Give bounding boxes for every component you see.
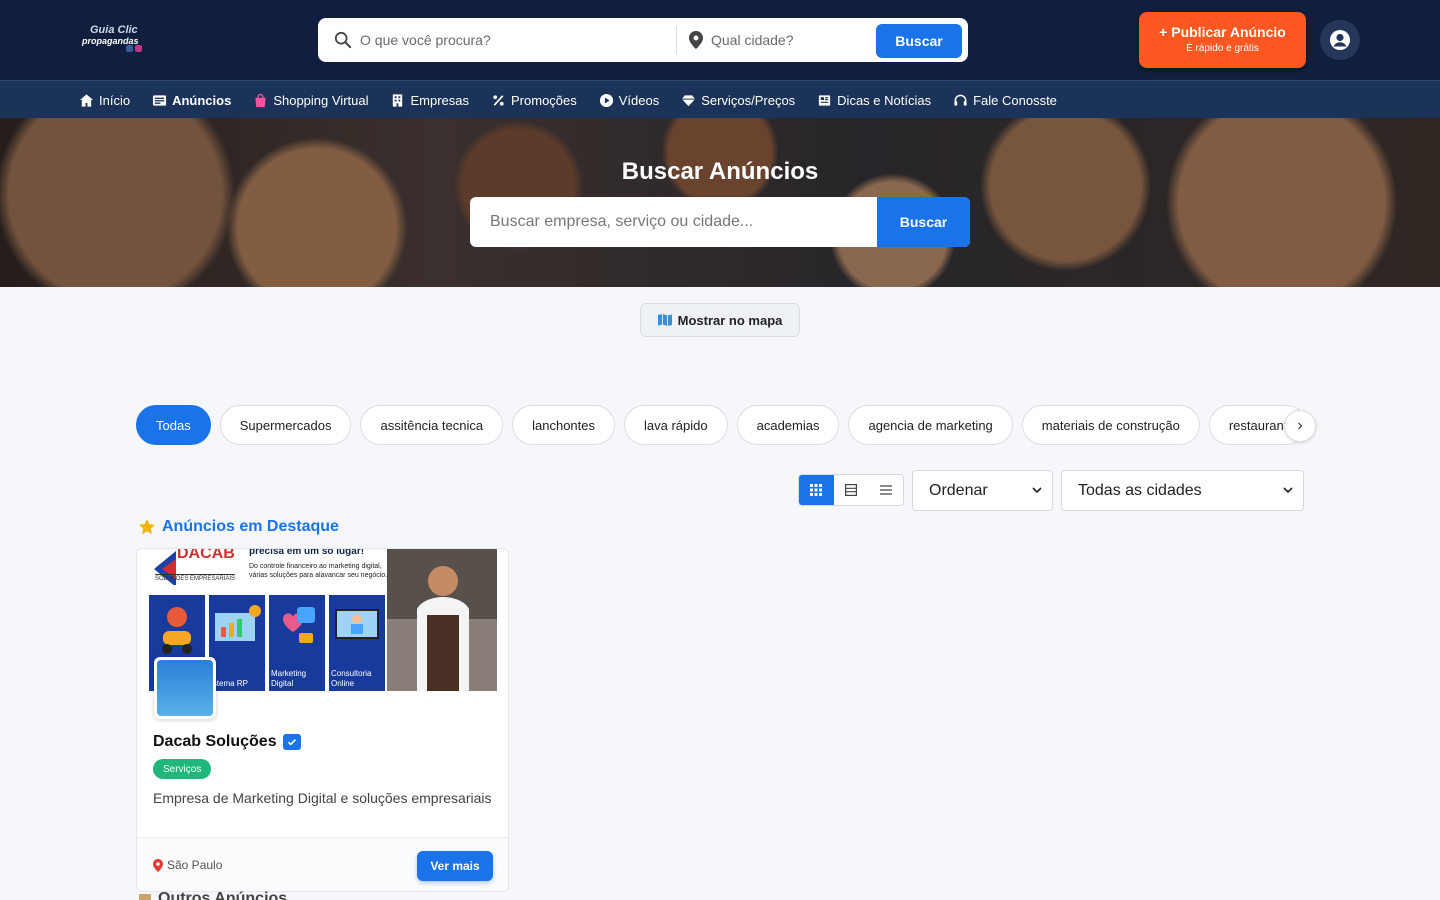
city-input[interactable]: Qual cidade? [677,20,877,60]
shopping-bag-icon [255,93,266,107]
category-chip[interactable]: lanchontes [512,405,615,445]
category-chip[interactable]: materiais de construção [1021,405,1200,445]
building-icon [393,93,403,107]
newspaper-icon [819,94,831,106]
company-location: São Paulo [153,858,222,872]
diamond-icon [682,94,696,106]
location-pin-icon [689,31,703,49]
user-account-button[interactable] [1320,20,1360,60]
view-mode-toggle [798,474,904,506]
nav-item-shopping-virtual[interactable]: Shopping Virtual [253,93,368,108]
facebook-icon [126,45,133,52]
publish-ad-button[interactable]: + Publicar Anúncio É rápido e grátis [1139,12,1306,68]
banner-tile: Consultoria Online [329,595,385,691]
nav-item-promocoes[interactable]: Promoções [491,93,577,108]
nav-item-empresas[interactable]: Empresas [390,93,469,108]
nav-item-fale-conosco[interactable]: Fale Conosste [953,93,1057,108]
scooter-icon [162,607,192,654]
hero-search-input[interactable]: Buscar empresa, serviço ou cidade... [470,197,877,247]
header-search-button[interactable]: Buscar [876,24,962,58]
nav-item-anuncios[interactable]: Anúncios [152,93,231,108]
chevron-down-icon [1032,487,1042,494]
grid-view-button[interactable] [799,475,834,505]
banner-photo [387,549,497,691]
category-chip[interactable]: Supermercados [219,405,352,445]
category-chip[interactable]: Todas [136,405,211,445]
nav-item-servicos-precos[interactable]: Serviços/Preços [681,93,795,108]
clipboard-icon [139,894,151,900]
main-navigation: Início Anúncios Shopping Virtual Empresa… [0,80,1440,118]
list-view-button[interactable] [868,475,903,505]
star-icon [139,519,155,535]
search-input[interactable]: O que você procura? [320,20,676,60]
percent-icon [493,94,504,106]
company-avatar [154,657,216,719]
verified-badge-icon [282,734,301,750]
company-name[interactable]: Dacab Soluções [153,733,277,751]
location-pin-icon [153,858,163,872]
list-lines-icon [879,485,892,495]
list-icon [153,94,167,106]
city-select[interactable]: Todas as cidades [1061,470,1304,511]
plus-icon: + [1159,24,1172,40]
instagram-icon [135,45,142,52]
hero-search-bar: Buscar empresa, serviço ou cidade... Bus… [470,197,970,247]
view-more-button[interactable]: Ver mais [417,851,493,881]
social-icons [126,45,142,52]
card-list-icon [845,484,857,496]
nav-item-inicio[interactable]: Início [79,93,130,108]
category-chip[interactable]: lava rápido [624,405,728,445]
category-chip[interactable]: agencia de marketing [848,405,1013,445]
map-icon [657,314,672,326]
grid-icon [810,484,823,496]
featured-section-title: Anúncios em Destaque [138,518,339,536]
category-chip[interactable]: assitência tecnica [360,405,504,445]
category-chip[interactable]: academias [736,405,840,445]
chart-monitor-icon [215,605,261,641]
chevron-down-icon [1283,487,1293,494]
card-view-button[interactable] [834,475,869,505]
person-apron-image [387,549,497,691]
card-footer: São Paulo Ver mais [137,837,508,891]
others-section-title: Outros Anúncios [138,890,287,900]
hero-title: Buscar Anúncios [621,158,819,185]
nav-item-videos[interactable]: Vídeos [599,93,659,108]
headset-icon [954,94,967,106]
consulting-icon [335,609,379,639]
sort-select[interactable]: Ordenar [912,470,1053,511]
search-icon [334,31,352,49]
chevron-right-icon[interactable]: › [1284,410,1316,442]
hero-banner: Buscar Anúncios Buscar empresa, serviço … [0,118,1440,287]
like-heart-icon [283,607,315,643]
banner-tile: Marketing Digital [269,595,325,691]
category-filter: Todas Supermercados assitência tecnica l… [136,405,1304,447]
show-map-button[interactable]: Mostrar no mapa [640,303,800,337]
site-logo[interactable]: Guia Clic propagandas [82,24,148,56]
listing-card[interactable]: DACAB SOLUÇÕES EMPRESARIAIS precisa em u… [136,548,509,892]
home-icon [79,93,94,107]
play-icon [599,93,613,107]
company-description: Empresa de Marketing Digital e soluções … [153,790,492,806]
header: Guia Clic propagandas O que você procura… [0,0,1440,80]
nav-item-dicas-noticias[interactable]: Dicas e Notícias [817,93,931,108]
user-icon [1330,30,1350,50]
header-search-bar: O que você procura? Qual cidade? Buscar [318,18,968,62]
banner-tile: istema RP [209,595,265,691]
category-tag: Serviços [153,759,212,779]
hero-search-button[interactable]: Buscar [877,197,970,247]
